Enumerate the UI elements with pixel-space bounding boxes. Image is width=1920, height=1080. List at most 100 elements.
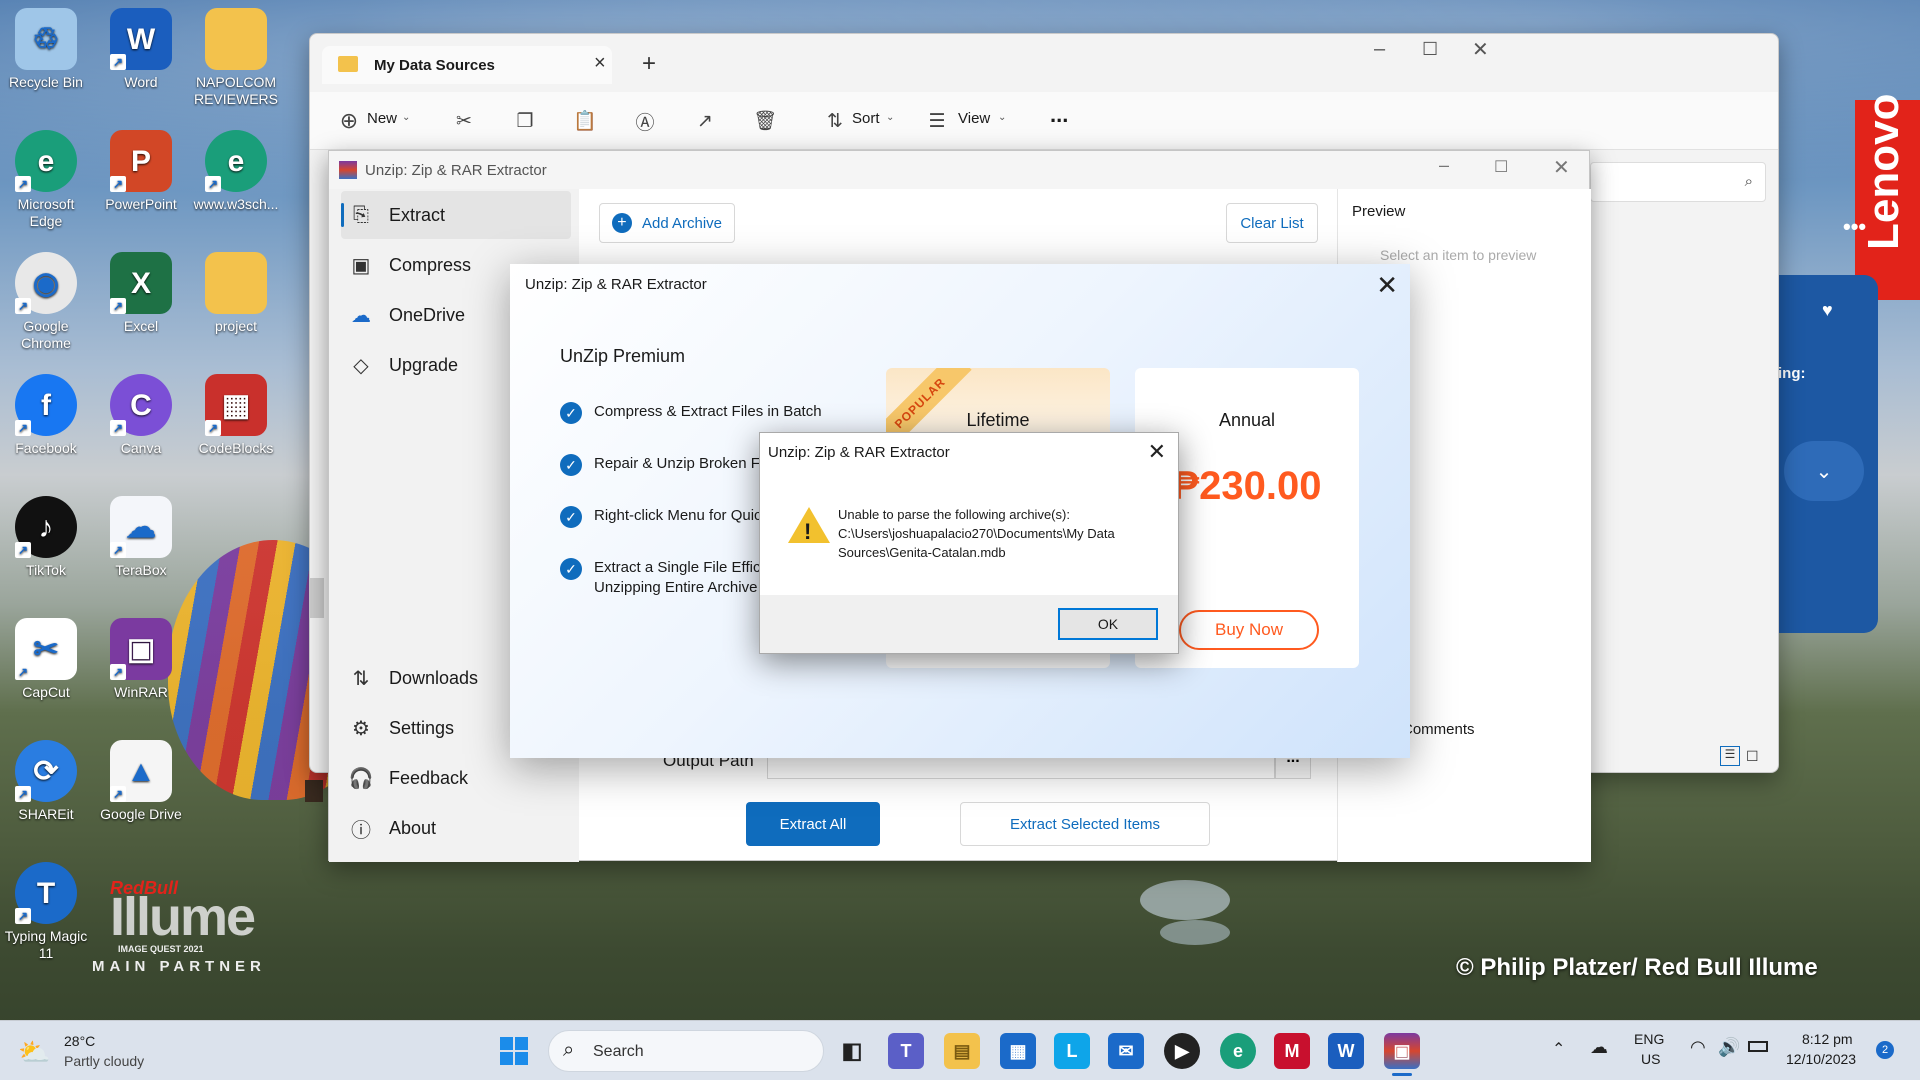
rename-icon[interactable]: Ⓐ <box>628 104 662 138</box>
task-view-icon[interactable]: ◧ <box>834 1033 870 1069</box>
ok-button[interactable]: OK <box>1058 608 1158 640</box>
chevron-up-icon[interactable]: ⌃ <box>1552 1039 1565 1059</box>
widget-more-button[interactable]: ••• <box>1843 214 1866 240</box>
view-button[interactable]: View <box>958 110 990 127</box>
desktop-icon[interactable]: P ↗ PowerPoint <box>95 130 187 213</box>
sort-button[interactable]: Sort <box>852 110 880 127</box>
mcafee-icon[interactable]: M <box>1274 1033 1310 1069</box>
volume-icon[interactable]: 🔊 <box>1718 1037 1740 1058</box>
desktop-icon-label: PowerPoint <box>105 196 177 212</box>
desktop-icon[interactable]: NAPOLCOM REVIEWERS <box>190 8 282 108</box>
more-options-button[interactable]: ... <box>1050 102 1068 128</box>
typing-magic-icon: T ↗ <box>15 862 77 924</box>
start-button[interactable] <box>500 1037 528 1065</box>
mail-icon[interactable]: ✉ <box>1108 1033 1144 1069</box>
error-line: Unable to parse the following archive(s)… <box>838 507 1070 522</box>
desktop-icon[interactable]: ☁ ↗ TeraBox <box>95 496 187 579</box>
desktop-icon[interactable]: ▣ ↗ WinRAR <box>95 618 187 701</box>
weather-widget[interactable]: ⛅ 28°C Partly cloudy <box>18 1033 178 1073</box>
explorer-tab[interactable]: My Data Sources × <box>322 46 612 84</box>
wifi-icon[interactable]: ◠ <box>1690 1037 1706 1058</box>
desktop-icon[interactable]: ⟳ ↗ SHAREit <box>0 740 92 823</box>
minimize-icon[interactable]: – <box>1374 38 1385 61</box>
extract-all-button[interactable]: Extract All <box>746 802 880 846</box>
desktop-icon[interactable]: T ↗ Typing Magic 11 <box>0 862 92 962</box>
delete-icon[interactable]: 🗑 <box>748 104 782 138</box>
view-icon[interactable]: ☰ <box>920 104 954 138</box>
desktop-icon[interactable]: f ↗ Facebook <box>0 374 92 457</box>
feature-text: Right-click Menu for Quic <box>594 507 762 524</box>
cut-icon[interactable]: ✂ <box>447 104 481 138</box>
taskbar-search[interactable]: ⌕ Search <box>548 1030 824 1072</box>
shortcut-arrow-icon: ↗ <box>15 786 31 802</box>
explorer-nav-scroll[interactable] <box>310 578 324 618</box>
teams-icon[interactable]: T <box>888 1033 924 1069</box>
add-archive-button[interactable]: + Add Archive <box>599 203 735 243</box>
clock-date[interactable]: 12/10/2023 <box>1786 1051 1856 1067</box>
media-player-icon[interactable]: ▶ <box>1164 1033 1200 1069</box>
unzip-title-bar: Unzip: Zip & RAR Extractor – ☐ ✕ <box>329 151 1589 189</box>
sort-icon[interactable]: ⇅ <box>818 104 852 138</box>
lang-bottom[interactable]: US <box>1641 1051 1660 1067</box>
edge-icon[interactable]: e <box>1220 1033 1256 1069</box>
shortcut-arrow-icon: ↗ <box>15 664 31 680</box>
desktop-icon-label: Typing Magic 11 <box>4 928 88 961</box>
store-icon[interactable]: ▦ <box>1000 1033 1036 1069</box>
headset-icon: 🎧 <box>348 767 374 790</box>
lang-top[interactable]: ENG <box>1634 1031 1664 1047</box>
maximize-icon[interactable]: ☐ <box>1422 39 1438 60</box>
desktop-icon-label: Word <box>124 74 158 90</box>
explorer-view-toggle[interactable]: ☰ <box>1720 746 1740 766</box>
nav-extract[interactable]: ⎘ Extract <box>341 191 571 239</box>
maximize-icon[interactable]: ☐ <box>1494 157 1508 177</box>
new-button[interactable]: New <box>367 110 397 127</box>
battery-icon[interactable] <box>1748 1041 1768 1052</box>
close-tab-icon[interactable]: × <box>594 52 606 75</box>
feature-item: ✓ Repair & Unzip Broken Fi <box>560 454 763 476</box>
onedrive-icon: ☁ <box>351 304 371 327</box>
extract-selected-button[interactable]: Extract Selected Items <box>960 802 1210 846</box>
copy-icon[interactable]: ❐ <box>508 104 542 138</box>
illume-sub: IMAGE QUEST 2021 <box>118 944 204 954</box>
desktop-icon[interactable]: project <box>190 252 282 335</box>
minimize-icon[interactable]: – <box>1439 155 1449 176</box>
cloud-icon[interactable]: ☁ <box>1590 1037 1608 1058</box>
folder-icon <box>205 252 267 314</box>
clear-list-button[interactable]: Clear List <box>1226 203 1318 243</box>
desktop-icon[interactable]: ♲ Recycle Bin <box>0 8 92 91</box>
desktop-icon[interactable]: X ↗ Excel <box>95 252 187 335</box>
desktop-icon[interactable]: ♪ ↗ TikTok <box>0 496 92 579</box>
desktop-icon[interactable]: C ↗ Canva <box>95 374 187 457</box>
close-icon[interactable]: ✕ <box>1148 439 1166 465</box>
desktop-icon[interactable]: e ↗ www.w3sch... <box>190 130 282 213</box>
premium-dialog-title: Unzip: Zip & RAR Extractor <box>525 276 707 293</box>
new-icon[interactable]: ⊕ <box>332 104 366 138</box>
winrar-icon[interactable]: ▣ <box>1384 1033 1420 1069</box>
buy-now-button[interactable]: Buy Now <box>1179 610 1319 650</box>
share-icon[interactable]: ↗ <box>688 104 722 138</box>
desktop-icon[interactable]: ◉ ↗ Google Chrome <box>0 252 92 352</box>
error-dialog[interactable]: Unzip: Zip & RAR Extractor ✕ ! Unable to… <box>759 432 1179 654</box>
widget-expand-button[interactable]: ⌄ <box>1784 441 1864 501</box>
check-icon: ✓ <box>560 454 582 476</box>
clock-time[interactable]: 8:12 pm <box>1802 1031 1853 1047</box>
desktop-icon[interactable]: W ↗ Word <box>95 8 187 91</box>
nav-about[interactable]: ⓘ About <box>341 804 571 852</box>
desktop-icon[interactable]: e ↗ Microsoft Edge <box>0 130 92 230</box>
desktop-icon[interactable]: ✂ ↗ CapCut <box>0 618 92 701</box>
new-tab-icon[interactable]: + <box>642 50 656 78</box>
lens-app-icon[interactable]: L <box>1054 1033 1090 1069</box>
close-icon[interactable]: ✕ <box>1376 270 1398 301</box>
desktop-icon[interactable]: ▦ ↗ CodeBlocks <box>190 374 282 457</box>
notification-badge[interactable]: 2 <box>1876 1041 1894 1059</box>
paste-icon[interactable]: 📋 <box>568 104 602 138</box>
close-icon[interactable]: ✕ <box>1553 155 1570 180</box>
desktop-icon[interactable]: ▲ ↗ Google Drive <box>95 740 187 823</box>
nav-feedback[interactable]: 🎧 Feedback <box>341 754 571 802</box>
file-explorer-icon[interactable]: ▤ <box>944 1033 980 1069</box>
close-icon[interactable]: ✕ <box>1472 37 1489 62</box>
word-icon[interactable]: W <box>1328 1033 1364 1069</box>
nav-label: OneDrive <box>389 304 466 325</box>
explorer-tiles-toggle[interactable]: ☐ <box>1746 748 1759 765</box>
explorer-search-box[interactable]: ⌕ <box>1590 162 1766 202</box>
